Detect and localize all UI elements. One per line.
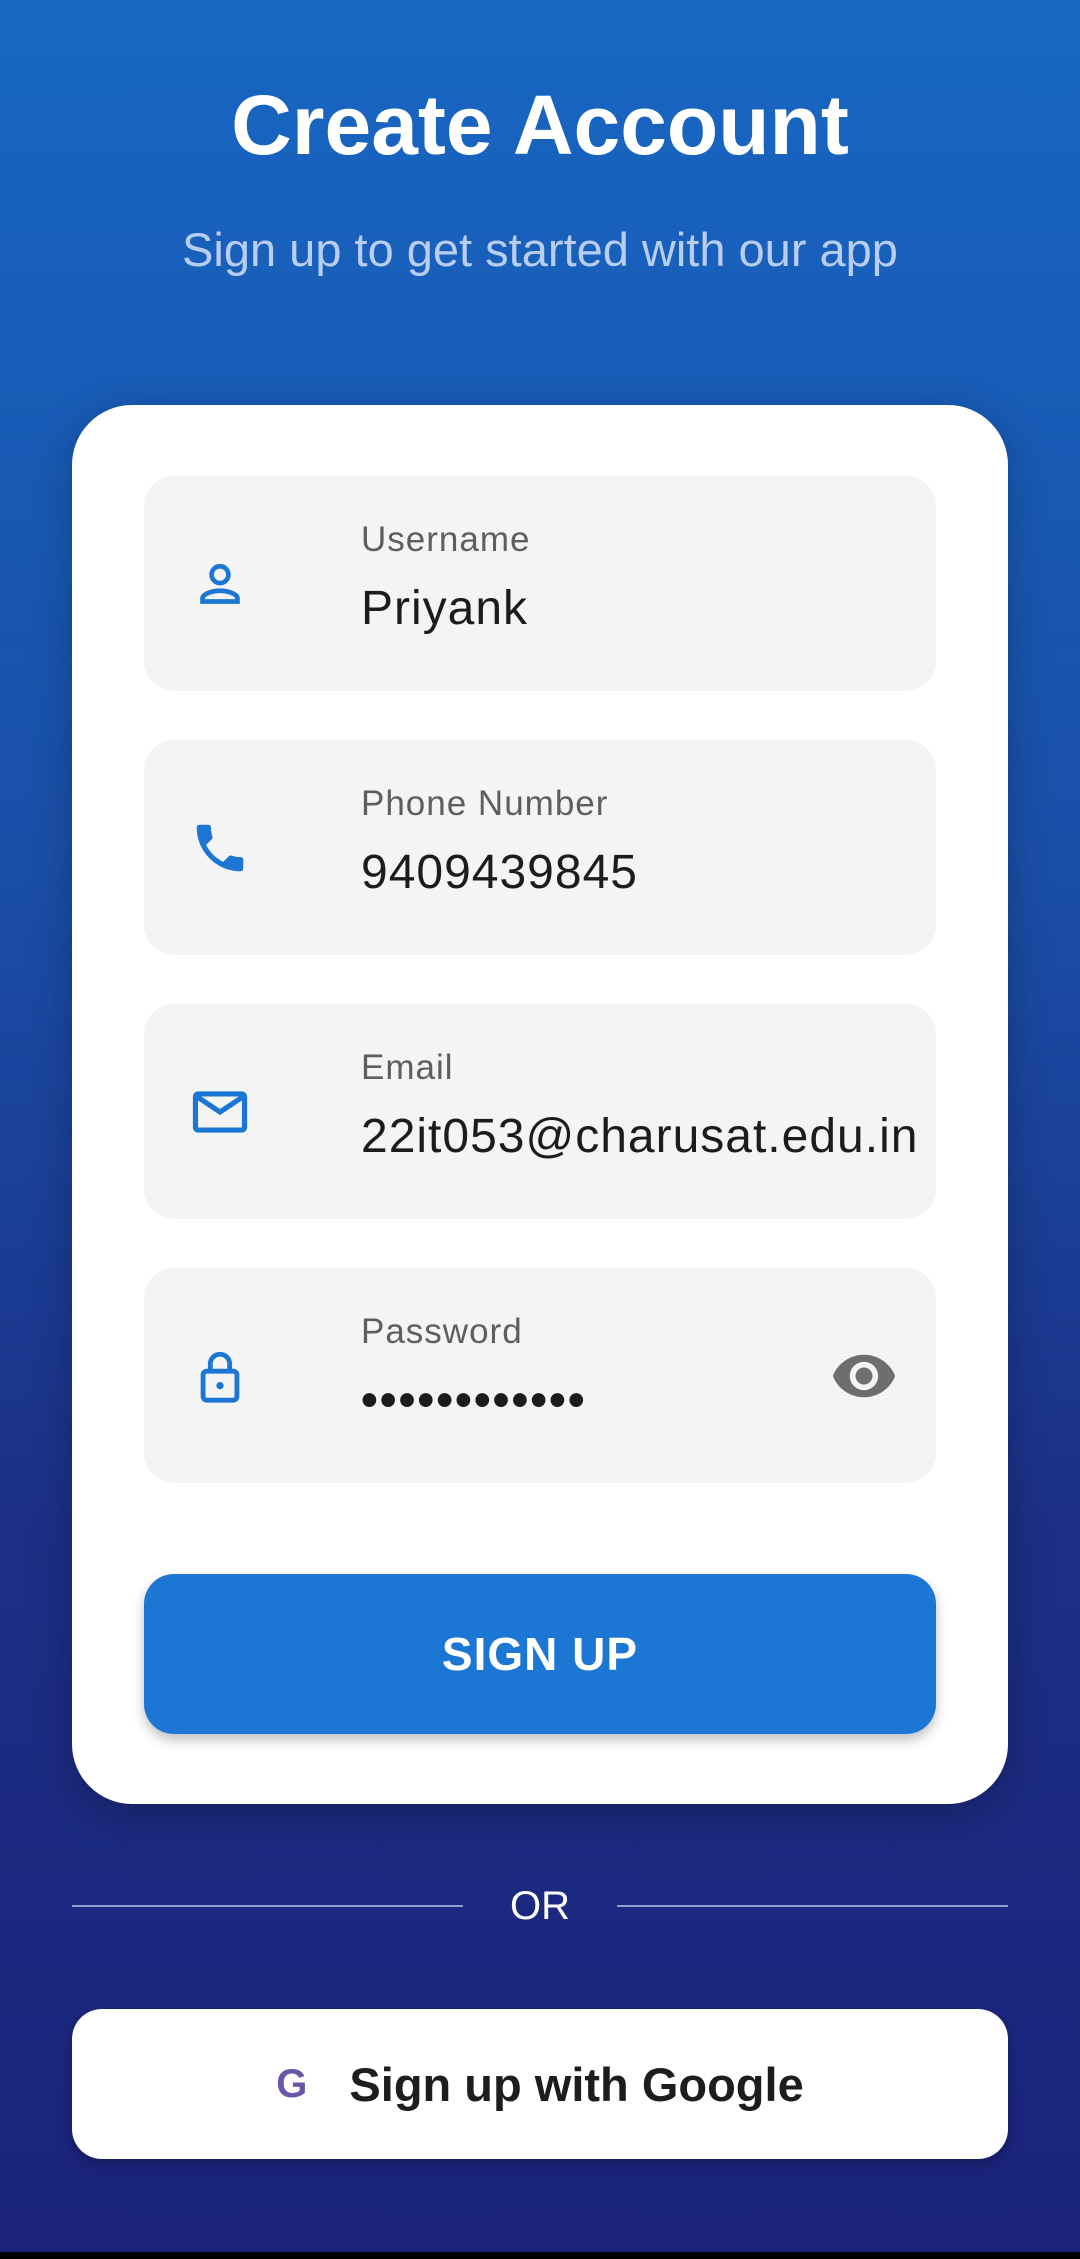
mail-icon (184, 1076, 256, 1148)
password-field[interactable]: Password •••••••••••• (144, 1268, 936, 1483)
phone-value[interactable]: 9409439845 (361, 843, 638, 903)
signup-card: Username Priyank Phone Number 9409439845 (72, 405, 1008, 1804)
sign-up-button[interactable]: SIGN UP (144, 1574, 936, 1734)
password-value[interactable]: •••••••••••• (361, 1371, 587, 1431)
password-label: Password (361, 1312, 523, 1351)
email-label: Email (361, 1048, 454, 1087)
username-label: Username (361, 520, 531, 559)
email-field[interactable]: Email 22it053@charusat.edu.in (144, 1004, 936, 1219)
divider-line-left (72, 1905, 463, 1907)
or-divider: OR (72, 1876, 1008, 1936)
username-field[interactable]: Username Priyank (144, 476, 936, 691)
lock-icon (184, 1340, 256, 1412)
email-value[interactable]: 22it053@charusat.edu.in (361, 1107, 918, 1167)
or-text: OR (510, 1884, 570, 1928)
divider-line-right (617, 1905, 1008, 1907)
eye-icon[interactable] (828, 1340, 900, 1412)
page-title: Create Account (231, 78, 849, 172)
google-button-label: Sign up with Google (349, 2057, 804, 2111)
page-subtitle: Sign up to get started with our app (182, 223, 898, 276)
signup-screen: Create Account Sign up to get started wi… (0, 0, 1080, 2252)
phone-field[interactable]: Phone Number 9409439845 (144, 740, 936, 955)
person-icon (184, 548, 256, 620)
phone-icon (184, 812, 256, 884)
google-sign-up-button[interactable]: G Sign up with Google (72, 2009, 1008, 2159)
google-icon: G (276, 2061, 308, 2106)
phone-label: Phone Number (361, 784, 609, 823)
username-value[interactable]: Priyank (361, 579, 528, 639)
system-navigation-bar (0, 2252, 1080, 2259)
